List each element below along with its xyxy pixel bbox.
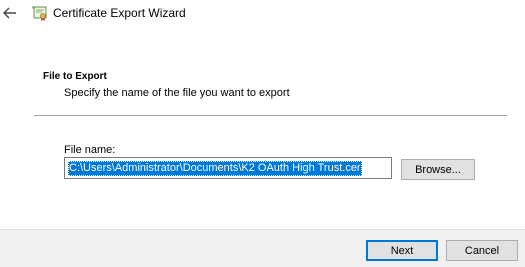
page-description: Specify the name of the file you want to… [64, 87, 290, 99]
page-title: File to Export [43, 71, 107, 82]
next-button[interactable]: Next [366, 240, 438, 261]
file-name-value[interactable]: C:\Users\Administrator\Documents\K2 OAut… [68, 161, 362, 176]
file-name-label: File name: [64, 144, 116, 156]
cancel-button[interactable]: Cancel [446, 240, 518, 261]
browse-button[interactable]: Browse... [401, 159, 475, 180]
window-title: Certificate Export Wizard [53, 6, 186, 20]
back-button[interactable] [1, 4, 19, 22]
wizard-footer: Next Cancel [0, 229, 525, 267]
certificate-icon [31, 4, 47, 21]
header-separator [34, 115, 507, 116]
back-arrow-icon [3, 7, 16, 19]
title-bar: Certificate Export Wizard [0, 0, 525, 28]
file-name-input[interactable]: C:\Users\Administrator\Documents\K2 OAut… [64, 157, 392, 179]
